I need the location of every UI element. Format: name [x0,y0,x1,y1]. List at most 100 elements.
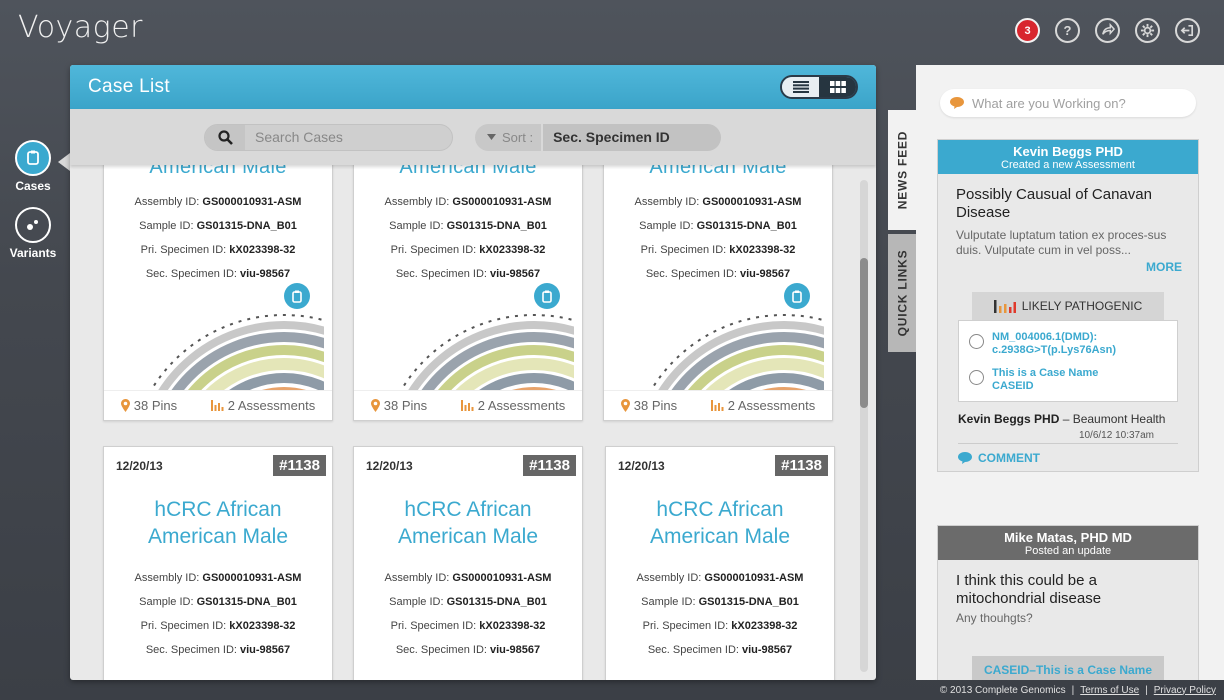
case-title-line2: American Male [147,525,289,548]
sample-id-label: Sample ID: [389,220,444,232]
assembly-id-label: Assembly ID: [134,572,200,584]
case-card-footer: 38 Pins 2 Assessments [354,390,582,420]
search-button[interactable] [205,124,245,150]
case-card-open-button[interactable] [534,283,560,309]
case-card-open-button[interactable] [284,283,310,309]
share-icon[interactable] [1095,18,1120,43]
assessments-count: 2 Assessments [727,398,816,413]
nav-cases[interactable]: Cases [0,140,66,193]
case-card[interactable]: 12/20/13 #1138 hCRC African American Mal… [103,446,333,680]
grid-view-icon [829,81,846,93]
variant-link-row[interactable]: NM_004006.1(DMD): c.2938G>T(p.Lys76Asn) [969,331,1167,357]
meta-org: – Beaumont Health [1059,412,1166,426]
help-icon[interactable]: ? [1055,18,1080,43]
list-view-icon [792,81,809,93]
pins-count: 38 Pins [633,398,678,413]
post-action: Created a new Assessment [1001,159,1135,171]
status-input-box [940,89,1196,117]
sort-value[interactable]: Sec. Specimen ID [543,123,722,151]
variant-line2[interactable]: c.2938G>T(p.Lys76Asn) [992,344,1116,357]
case-card-title: hCRC African American Male [354,496,582,550]
privacy-link[interactable]: Privacy Policy [1154,685,1216,696]
scrollbar[interactable] [860,180,868,672]
assessment-bars-icon [710,400,724,411]
case-card[interactable]: American Male Assembly ID: GS000010931-A… [103,165,333,421]
grid-view-button[interactable] [819,77,856,97]
assembly-id-label: Assembly ID: [134,196,200,208]
assessment-details: NM_004006.1(DMD): c.2938G>T(p.Lys76Asn) … [958,320,1178,402]
sec-specimen-value: viu-98567 [240,268,291,280]
case-list-panel: Case List Sort : Sec. Specimen ID [70,65,876,680]
cards-grid: American Male Assembly ID: GS000010931-A… [70,165,876,680]
tab-news-feed[interactable]: NEWS FEED [888,110,916,230]
sample-id-value: GS01315-DNA_B01 [196,596,297,608]
assessments-stat[interactable]: 2 Assessments [710,398,816,413]
sec-specimen-label: Sec. Specimen ID: [395,644,487,656]
pri-specimen-label: Pri. Specimen ID: [642,620,729,632]
post-author[interactable]: Mike Matas, PHD MD [938,530,1198,545]
sample-id-value: GS01315-DNA_B01 [446,596,547,608]
case-link-row[interactable]: This is a Case Name CASEID [969,367,1167,393]
sample-id-value: GS01315-DNA_B01 [446,220,547,232]
pathogenicity-label: LIKELY PATHOGENIC [1021,299,1143,313]
meta-author[interactable]: Kevin Beggs PHD [958,412,1059,426]
sec-specimen-label: Sec. Specimen ID: [145,268,237,280]
case-icon [292,290,302,303]
variant-icon [969,334,984,349]
pin-icon [370,399,380,412]
assessment-bars-icon [460,400,474,411]
case-card[interactable]: 12/20/13 #1138 hCRC African American Mal… [353,446,583,680]
sample-id: Sample ID: GS01315-DNA_B01 [606,590,834,614]
sec-specimen-id: Sec. Specimen ID: viu-98567 [606,638,834,662]
case-card[interactable]: 12/20/13 #1138 hCRC African American Mal… [605,446,835,680]
case-icon [792,290,802,303]
terms-link[interactable]: Terms of Use [1080,685,1139,696]
assessments-stat[interactable]: 2 Assessments [210,398,315,413]
case-title-line1: hCRC African [404,498,532,521]
nav-cases-label: Cases [15,179,51,193]
sort-toggle[interactable]: Sort : [475,123,542,151]
case-card[interactable]: American Male Assembly ID: GS000010931-A… [603,165,833,421]
pins-stat[interactable]: 38 Pins [120,398,177,413]
post-author[interactable]: Kevin Beggs PHD [938,144,1198,159]
sort-dropdown[interactable]: Sort : Sec. Specimen ID [475,123,722,151]
feed-post: Kevin Beggs PHD Created a new Assessment… [937,139,1199,472]
case-link[interactable]: CASEID–This is a Case Name [972,656,1164,680]
tab-quick-links[interactable]: QUICK LINKS [888,234,916,352]
variant-line1[interactable]: NM_004006.1(DMD): [992,331,1116,344]
list-view-button[interactable] [782,77,819,97]
logout-icon[interactable] [1175,18,1200,43]
view-toggle [780,75,858,99]
case-card-open-button[interactable] [784,283,810,309]
status-input[interactable] [972,95,1172,111]
scrollbar-thumb[interactable] [860,258,868,408]
more-link[interactable]: MORE [956,260,1182,274]
circos-plot [609,310,824,390]
footer-separator: | [1071,684,1075,696]
search-input[interactable] [245,129,445,145]
assessments-stat[interactable]: 2 Assessments [460,398,565,413]
sec-specimen-value: viu-98567 [740,268,791,280]
case-card-header: 12/20/13 #1138 [104,447,332,476]
pri-specimen-label: Pri. Specimen ID: [390,244,477,256]
pri-specimen-id: Pri. Specimen ID: kX023398-32 [606,614,834,638]
sec-specimen-value: viu-98567 [490,268,541,280]
case-card[interactable]: American Male Assembly ID: GS000010931-A… [353,165,583,421]
notifications-icon[interactable]: 3 [1015,18,1040,43]
case-card-title: American Male [399,165,537,178]
app-title: Voyager [18,10,143,45]
assembly-id-label: Assembly ID: [384,196,450,208]
case-id-link[interactable]: CASEID [992,380,1098,393]
comment-button[interactable]: COMMENT [938,444,1198,471]
variants-icon [15,207,51,243]
pri-specimen-value: kX023398-32 [729,244,796,256]
case-name-link[interactable]: This is a Case Name [992,367,1098,380]
assembly-id-label: Assembly ID: [384,572,450,584]
feed-post-body: I think this could be a mitochondrial di… [938,560,1198,626]
pins-stat[interactable]: 38 Pins [620,398,678,413]
nav-variants[interactable]: Variants [0,207,66,260]
sample-id: Sample ID: GS01315-DNA_B01 [104,214,332,238]
pins-stat[interactable]: 38 Pins [370,398,427,413]
settings-icon[interactable] [1135,18,1160,43]
case-card-footer: 38 Pins 2 Assessments [104,390,332,420]
